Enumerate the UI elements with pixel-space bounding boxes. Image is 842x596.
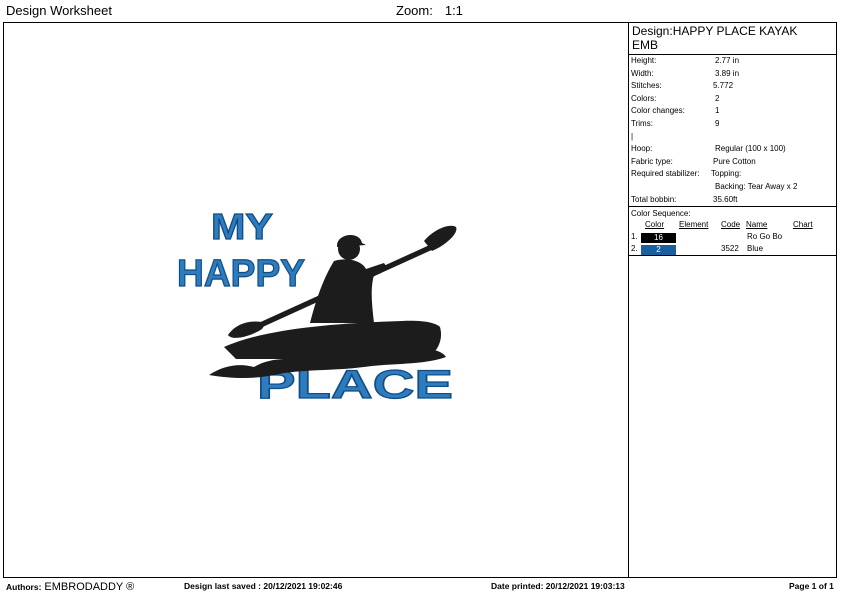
col-chart: Chart [793, 220, 813, 230]
backing-value: Backing: Tear Away x 2 [715, 181, 798, 191]
design-name-line1: HAPPY PLACE KAYAK [672, 24, 798, 38]
row-name: Ro Go Bo [747, 232, 783, 242]
hoop-label: Hoop: [631, 144, 653, 154]
design-info-panel: Design:HAPPY PLACE KAYAK EMB Height: 2.77… [629, 23, 837, 257]
authors: Authors: EMBRODADDY ® [6, 581, 134, 593]
worksheet-title: Design Worksheet [6, 3, 112, 18]
stitches-value: 5.772 [713, 81, 734, 91]
colors-value: 2 [715, 93, 720, 103]
trims-value: 9 [715, 118, 720, 128]
stitches-label: Stitches: [631, 81, 662, 91]
color-changes-value: 1 [715, 106, 720, 116]
color-sequence-title: Color Sequence: [631, 209, 691, 219]
row-code: 3522 [721, 244, 739, 254]
zoom-indicator: Zoom: 1:1 [396, 3, 463, 18]
row-name: Blue [747, 244, 764, 254]
topping-value: Topping: [711, 169, 742, 179]
zoom-value: 1:1 [444, 3, 463, 18]
row-index: 1. [631, 232, 638, 242]
design-properties: Height: 2.77 in Width: 3.89 in Stitches: 5.… [629, 55, 837, 206]
design-name: Design:HAPPY PLACE KAYAK EMB [632, 24, 798, 52]
color-swatch: 16 [641, 233, 676, 244]
row-index: 2. [631, 244, 638, 254]
color-swatch: 2 [641, 245, 676, 256]
last-saved: Design last saved : 20/12/2021 19:02:46 [184, 581, 342, 591]
zoom-label: Zoom: [396, 3, 433, 18]
bobbin-value: 35.60ft [713, 194, 738, 204]
col-name: Name [746, 220, 768, 230]
kayaker-silhouette [209, 225, 457, 378]
color-sequence-row: 1. 16 Ro Go Bo [629, 231, 837, 244]
last-saved-label: Design last saved : [184, 581, 262, 591]
date-printed-label: Date printed: [491, 581, 544, 591]
artwork-text-my: MY [211, 206, 273, 247]
page-number: Page 1 of 1 [789, 581, 834, 591]
height-label: Height: [631, 56, 657, 65]
last-saved-value: 20/12/2021 19:02:46 [263, 581, 343, 591]
design-preview: MY HAPPY PLACE [4, 23, 628, 577]
artwork-text-happy: HAPPY [177, 253, 305, 295]
color-sequence-header: Color Element Code Name Chart [629, 219, 837, 231]
width-label: Width: [631, 68, 654, 78]
height-value: 2.77 in [715, 56, 740, 65]
width-value: 3.89 in [715, 68, 740, 78]
bobbin-label: Total bobbin: [631, 194, 677, 204]
fabric-label: Fabric type: [631, 156, 673, 166]
authors-label: Authors: [6, 582, 42, 592]
fabric-value: Pure Cotton [713, 156, 756, 166]
stabilizer-label: Required stabilizer: [631, 169, 700, 179]
divider [629, 255, 837, 257]
blank-mark: | [631, 131, 634, 141]
col-element: Element [679, 220, 709, 230]
embroidery-artwork: MY HAPPY PLACE [176, 205, 457, 408]
design-name-line2: EMB [632, 38, 659, 52]
color-sequence-row: 2. 2 3522 Blue [629, 243, 837, 256]
color-changes-label: Color changes: [631, 106, 685, 116]
col-color: Color [645, 220, 665, 230]
date-printed: Date printed: 20/12/2021 19:03:13 [491, 581, 625, 591]
date-printed-value: 20/12/2021 19:03:13 [545, 581, 625, 591]
colors-label: Colors: [631, 93, 657, 103]
trims-label: Trims: [631, 118, 653, 128]
authors-value: EMBRODADDY ® [44, 581, 135, 593]
hoop-value: Regular (100 x 100) [715, 144, 786, 154]
col-code: Code [721, 220, 741, 230]
